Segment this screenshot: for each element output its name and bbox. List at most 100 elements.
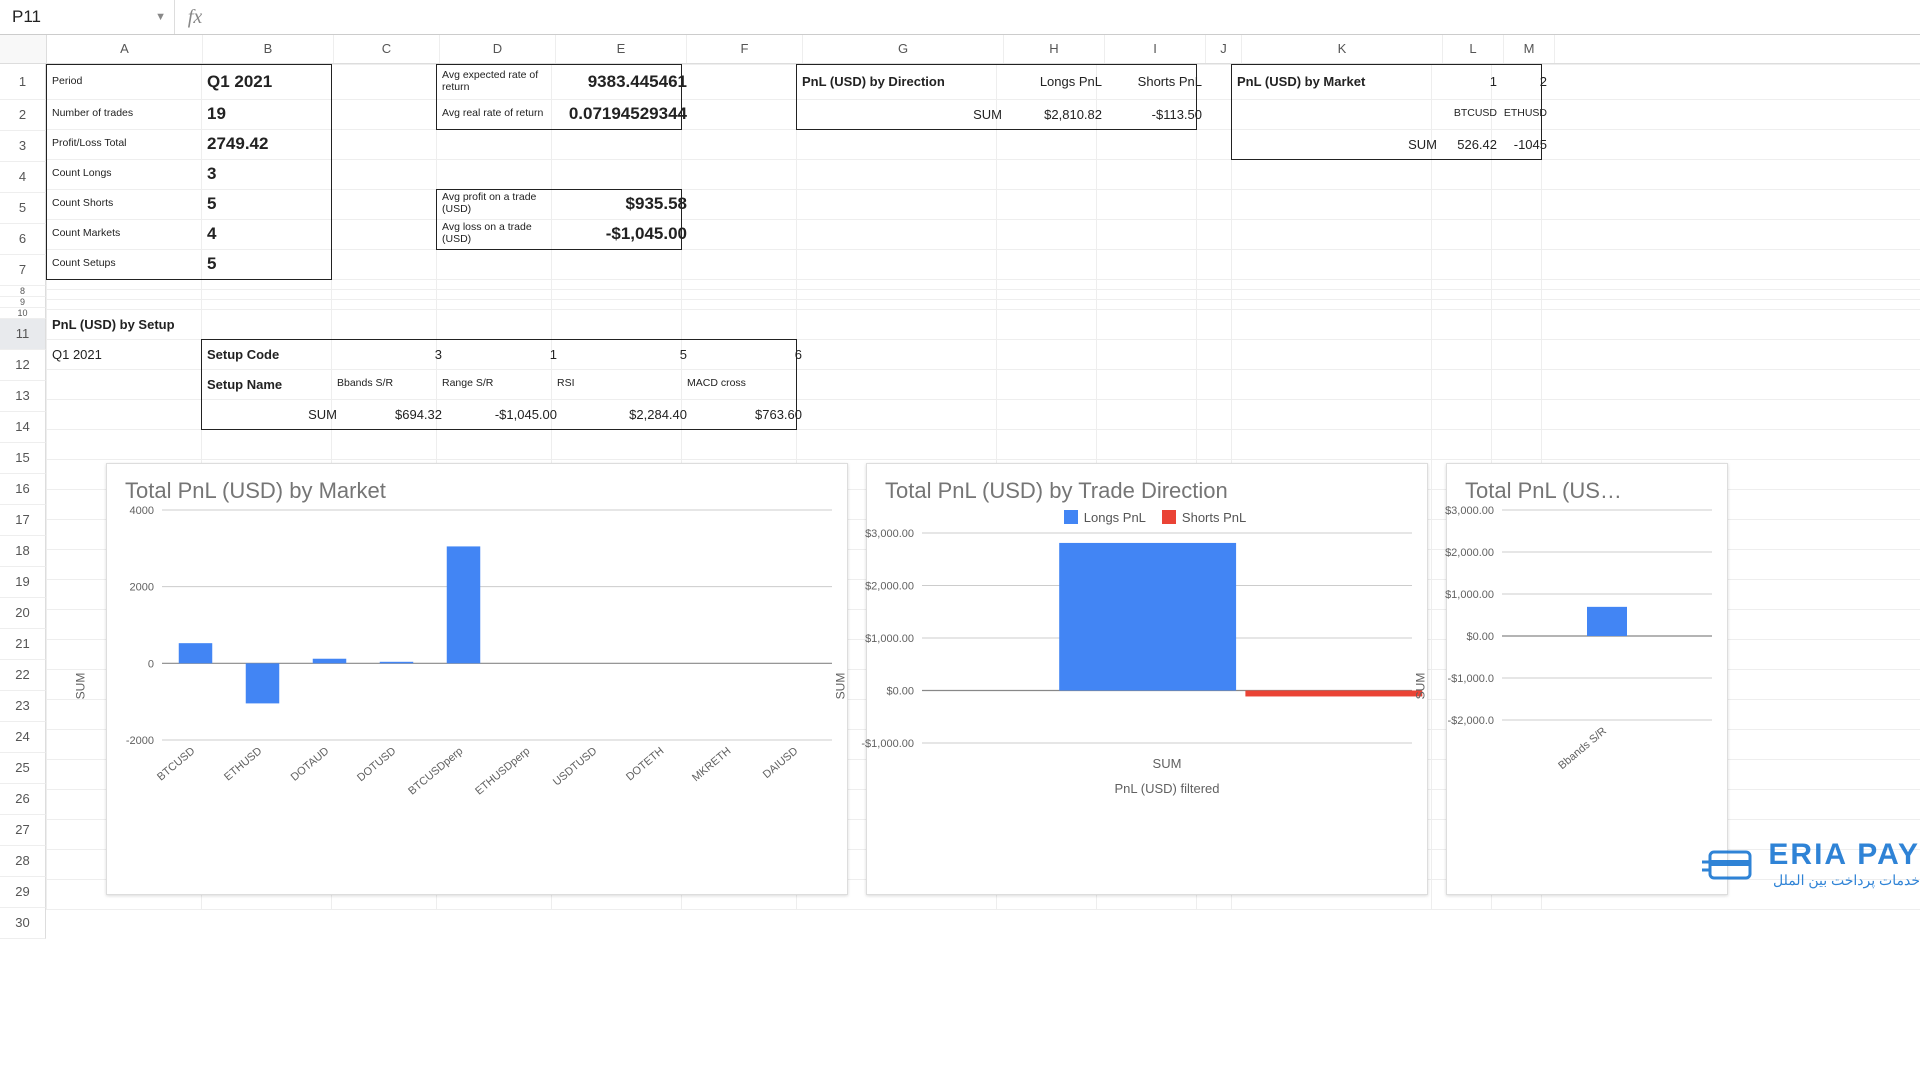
pnldir-longs-h: Longs PnL bbox=[996, 64, 1108, 99]
pnlmkt-2: 2 bbox=[1491, 64, 1553, 99]
svg-text:-$1,000.0: -$1,000.0 bbox=[1448, 673, 1494, 685]
row-header-3[interactable]: 3 bbox=[0, 131, 46, 162]
row-header-10[interactable]: 10 bbox=[0, 308, 46, 319]
stat-label-period: Period bbox=[46, 64, 213, 99]
chart[interactable]: Total PnL (USD) by Market-2000020004000B… bbox=[106, 463, 848, 895]
row-header-2[interactable]: 2 bbox=[0, 100, 46, 131]
chart[interactable]: Total PnL (USD) by Trade Direction Longs … bbox=[866, 463, 1428, 895]
pnlsetup-sum-lbl: SUM bbox=[201, 399, 343, 429]
row-header-26[interactable]: 26 bbox=[0, 784, 46, 815]
row-header-18[interactable]: 18 bbox=[0, 536, 46, 567]
row-header-8[interactable]: 8 bbox=[0, 286, 46, 297]
stat-label-pl: Profit/Loss Total bbox=[46, 129, 213, 159]
col-header-B[interactable]: B bbox=[203, 35, 334, 63]
col-header-J[interactable]: J bbox=[1206, 35, 1242, 63]
pnlsetup-name-3: MACD cross bbox=[681, 369, 808, 399]
svg-text:Bbands S/R: Bbands S/R bbox=[1556, 725, 1609, 772]
row-header-7[interactable]: 7 bbox=[0, 255, 46, 286]
svg-text:ETHUSD: ETHUSD bbox=[222, 745, 264, 783]
row-header-1[interactable]: 1 bbox=[0, 64, 46, 100]
stat-value-pl: 2749.42 bbox=[201, 129, 343, 159]
row-header-28[interactable]: 28 bbox=[0, 846, 46, 877]
svg-text:DOTUSD: DOTUSD bbox=[355, 745, 398, 784]
row-header-11[interactable]: 11 bbox=[0, 319, 46, 350]
fx-icon: fx bbox=[175, 6, 215, 29]
row-header-23[interactable]: 23 bbox=[0, 691, 46, 722]
pnlsetup-name-0: Bbands S/R bbox=[331, 369, 448, 399]
pnlsetup-sum-1: -$1,045.00 bbox=[436, 399, 563, 429]
svg-text:-$1,000.00: -$1,000.00 bbox=[861, 738, 914, 750]
row-header-29[interactable]: 29 bbox=[0, 877, 46, 908]
stat-label-csetups: Count Setups bbox=[46, 249, 213, 279]
select-all-corner[interactable] bbox=[0, 35, 47, 63]
row-header-16[interactable]: 16 bbox=[0, 474, 46, 505]
col-header-M[interactable]: M bbox=[1504, 35, 1555, 63]
col-header-A[interactable]: A bbox=[47, 35, 203, 63]
row-header-22[interactable]: 22 bbox=[0, 660, 46, 691]
svg-text:$0.00: $0.00 bbox=[1466, 631, 1494, 643]
row-header-13[interactable]: 13 bbox=[0, 381, 46, 412]
avg-real-val: 0.07194529344 bbox=[551, 99, 693, 129]
row-header-17[interactable]: 17 bbox=[0, 505, 46, 536]
col-header-E[interactable]: E bbox=[556, 35, 687, 63]
avg-loss-val: -$1,045.00 bbox=[551, 219, 693, 249]
pnldir-shorts-v: -$113.50 bbox=[1096, 99, 1208, 129]
col-header-K[interactable]: K bbox=[1242, 35, 1443, 63]
row-header-12[interactable]: 12 bbox=[0, 350, 46, 381]
row-header-14[interactable]: 14 bbox=[0, 412, 46, 443]
pnlsetup-code-lbl: Setup Code bbox=[201, 339, 343, 369]
col-header-I[interactable]: I bbox=[1105, 35, 1206, 63]
spreadsheet-grid[interactable]: PeriodQ1 2021Number of trades19Profit/Lo… bbox=[46, 64, 1920, 909]
stat-value-clongs: 3 bbox=[201, 159, 343, 189]
svg-text:-2000: -2000 bbox=[126, 735, 154, 747]
col-header-H[interactable]: H bbox=[1004, 35, 1105, 63]
avg-profit-val: $935.58 bbox=[551, 189, 693, 219]
svg-text:4000: 4000 bbox=[130, 505, 154, 517]
row-header-19[interactable]: 19 bbox=[0, 567, 46, 598]
pnlsetup-heading: PnL (USD) by Setup bbox=[46, 309, 343, 339]
pnlsetup-sum-2: $2,284.40 bbox=[551, 399, 693, 429]
svg-text:PnL (USD) filtered: PnL (USD) filtered bbox=[1115, 781, 1220, 796]
stat-value-csetups: 5 bbox=[201, 249, 343, 279]
avg-exp-val: 9383.445461 bbox=[551, 64, 693, 99]
row-header-9[interactable]: 9 bbox=[0, 297, 46, 308]
row-header-30[interactable]: 30 bbox=[0, 908, 46, 939]
row-header-5[interactable]: 5 bbox=[0, 193, 46, 224]
col-header-L[interactable]: L bbox=[1443, 35, 1504, 63]
row-header-15[interactable]: 15 bbox=[0, 443, 46, 474]
col-header-F[interactable]: F bbox=[687, 35, 803, 63]
chart-ylabel: SUM bbox=[833, 673, 847, 700]
name-box[interactable]: P11 ▼ bbox=[0, 0, 175, 34]
row-header-21[interactable]: 21 bbox=[0, 629, 46, 660]
avg-real-label: Avg real rate of return bbox=[436, 99, 563, 129]
stat-value-ntrades: 19 bbox=[201, 99, 343, 129]
pnlmkt-v2: -1045 bbox=[1491, 129, 1553, 159]
col-header-C[interactable]: C bbox=[334, 35, 440, 63]
watermark-logo: ERIA PAYخدمات پرداخت بین الملل bbox=[1702, 838, 1920, 889]
row-header-27[interactable]: 27 bbox=[0, 815, 46, 846]
stat-label-clongs: Count Longs bbox=[46, 159, 213, 189]
col-header-G[interactable]: G bbox=[803, 35, 1004, 63]
pnlsetup-name-2: RSI bbox=[551, 369, 693, 399]
row-header-6[interactable]: 6 bbox=[0, 224, 46, 255]
svg-text:MKRETH: MKRETH bbox=[690, 745, 733, 784]
stat-value-cshorts: 5 bbox=[201, 189, 343, 219]
row-header-20[interactable]: 20 bbox=[0, 598, 46, 629]
row-header-4[interactable]: 4 bbox=[0, 162, 46, 193]
row-header-24[interactable]: 24 bbox=[0, 722, 46, 753]
svg-text:BTCUSD: BTCUSD bbox=[155, 745, 197, 783]
svg-text:$2,000.00: $2,000.00 bbox=[1445, 547, 1494, 559]
chart-legend: Longs PnLShorts PnL bbox=[867, 510, 1427, 525]
row-header-25[interactable]: 25 bbox=[0, 753, 46, 784]
chart[interactable]: Total PnL (US…-$2,000.0-$1,000.0$0.00$1,… bbox=[1446, 463, 1728, 895]
col-header-D[interactable]: D bbox=[440, 35, 556, 63]
svg-text:ETHUSDperp: ETHUSDperp bbox=[473, 745, 532, 797]
svg-text:$3,000.00: $3,000.00 bbox=[865, 528, 914, 540]
pnlmkt-sum-lbl: SUM bbox=[1231, 129, 1443, 159]
avg-loss-label: Avg loss on a trade (USD) bbox=[436, 219, 563, 249]
pnldir-heading: PnL (USD) by Direction bbox=[796, 64, 1008, 99]
svg-text:$3,000.00: $3,000.00 bbox=[1445, 505, 1494, 517]
svg-text:BTCUSDperp: BTCUSDperp bbox=[406, 745, 465, 797]
name-box-value: P11 bbox=[12, 7, 41, 27]
chart-title: Total PnL (USD) by Trade Direction bbox=[885, 478, 1409, 504]
